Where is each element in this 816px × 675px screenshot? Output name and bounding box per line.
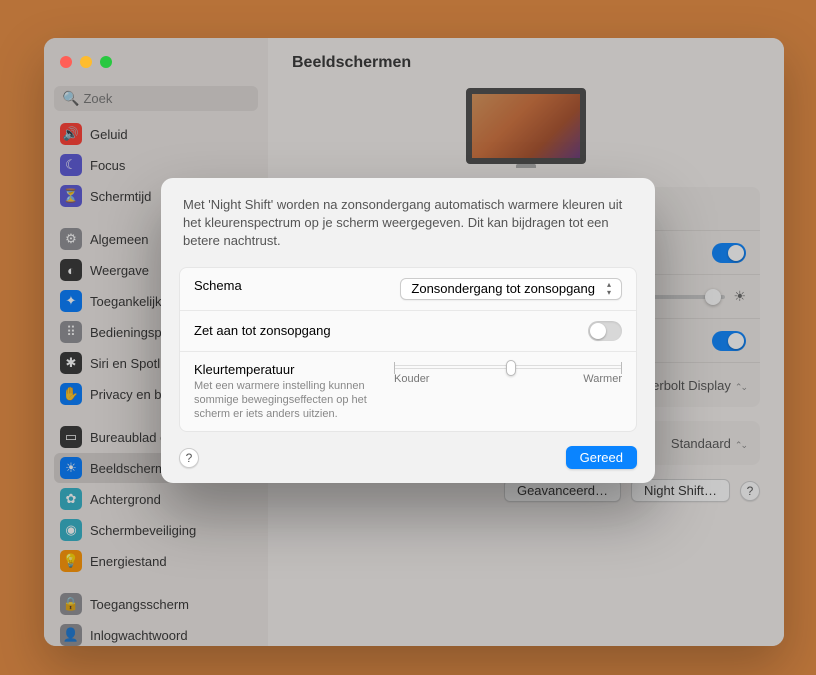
- traffic-lights: [60, 56, 112, 68]
- sheet-settings-card: Schema Zonsondergang tot zonsopgang ▴▾ Z…: [179, 267, 637, 433]
- row-label: Zet aan tot zonsopgang: [194, 323, 331, 338]
- row-label: Kleurtemperatuur: [194, 362, 394, 377]
- close-window-button[interactable]: [60, 56, 72, 68]
- zoom-window-button[interactable]: [100, 56, 112, 68]
- slider-label-warm: Warmer: [583, 373, 622, 385]
- row-temperature: Kleurtemperatuur Met een warmere instell…: [180, 352, 636, 432]
- chevron-updown-icon: ▴▾: [601, 281, 617, 297]
- manual-toggle[interactable]: [588, 321, 622, 341]
- sheet-help-button[interactable]: ?: [179, 448, 199, 468]
- modal-overlay: Met 'Night Shift' worden na zonsondergan…: [0, 0, 816, 675]
- row-label: Schema: [194, 278, 242, 293]
- row-schedule: Schema Zonsondergang tot zonsopgang ▴▾: [180, 268, 636, 311]
- minimize-window-button[interactable]: [80, 56, 92, 68]
- schedule-select[interactable]: Zonsondergang tot zonsopgang ▴▾: [400, 278, 622, 300]
- sheet-footer: ? Gereed: [161, 432, 655, 469]
- row-manual: Zet aan tot zonsopgang: [180, 311, 636, 352]
- sheet-description: Met 'Night Shift' worden na zonsondergan…: [161, 196, 655, 267]
- row-subtext: Met een warmere instelling kunnen sommig…: [194, 379, 394, 422]
- nightshift-sheet: Met 'Night Shift' worden na zonsondergan…: [161, 178, 655, 483]
- done-button[interactable]: Gereed: [566, 446, 637, 469]
- slider-label-cold: Kouder: [394, 373, 429, 385]
- temperature-slider[interactable]: Kouder Warmer: [394, 362, 622, 385]
